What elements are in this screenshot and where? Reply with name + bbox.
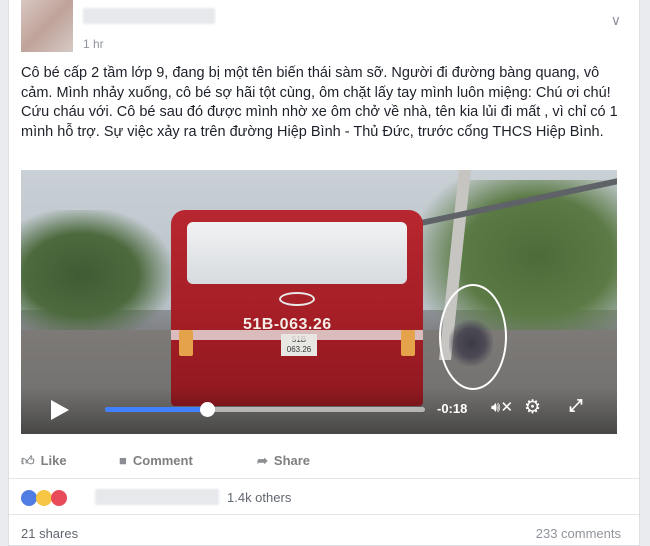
like-label: Like: [40, 453, 67, 468]
video-player[interactable]: 51B-063.26 51B 063.26 -0:18 🔊︎✕ ⚙ ⤢: [21, 170, 617, 434]
comments-count[interactable]: 233 comments: [536, 526, 621, 541]
avatar[interactable]: [21, 0, 73, 52]
post-header: 1 hr ∨: [21, 0, 621, 56]
love-reaction-icon: [51, 490, 67, 506]
post-actions: 👍︎ Like ■ Comment ➦ Share: [21, 446, 621, 476]
gear-icon[interactable]: ⚙: [524, 396, 541, 419]
comment-icon: ■: [119, 453, 127, 468]
post-text: Cô bé cấp 2 tầm lớp 9, đang bị một tên b…: [21, 65, 618, 140]
share-button[interactable]: ➦ Share: [257, 453, 310, 469]
author-name-blurred[interactable]: [83, 8, 215, 24]
play-icon[interactable]: [51, 400, 69, 420]
divider: [9, 514, 639, 515]
like-button[interactable]: 👍︎ Like: [21, 453, 67, 469]
post-time[interactable]: 1 hr: [83, 37, 104, 51]
reactors-names-blurred[interactable]: [95, 489, 219, 505]
like-reaction-icon: [21, 490, 37, 506]
bus-window: [187, 222, 407, 284]
share-icon: ➦: [257, 453, 268, 468]
video-bus: 51B-063.26 51B 063.26: [171, 210, 423, 406]
shares-count[interactable]: 21 shares: [21, 526, 78, 541]
mute-icon[interactable]: 🔊︎✕: [491, 398, 513, 416]
bus-taillight-right: [401, 330, 415, 356]
comment-button[interactable]: ■ Comment: [119, 453, 193, 468]
share-label: Share: [273, 453, 311, 468]
fullscreen-icon[interactable]: ⤢: [569, 396, 583, 416]
video-trees-left: [21, 210, 171, 340]
highlight-circle: [439, 284, 507, 390]
bus-logo: [279, 292, 315, 306]
plate-line-2: 063.26: [286, 345, 312, 354]
wow-reaction-icon: [36, 490, 52, 506]
chevron-down-icon[interactable]: ∨: [611, 12, 621, 29]
video-progress-bar[interactable]: [105, 402, 425, 417]
divider: [9, 478, 639, 479]
video-progress-fill: [105, 407, 208, 412]
bus-taillight-left: [179, 330, 193, 356]
post-card: 1 hr ∨ Cô bé cấp 2 tầm lớp 9, đang bị mộ…: [8, 0, 640, 546]
thumbs-up-icon: 👍︎: [21, 453, 35, 468]
video-time-remaining: -0:18: [437, 401, 468, 416]
comment-label: Comment: [132, 453, 193, 468]
bus-stripe: [171, 330, 423, 340]
reactions-others[interactable]: 1.4k others: [227, 490, 291, 505]
reactions-summary[interactable]: 1.4k others: [21, 487, 621, 509]
